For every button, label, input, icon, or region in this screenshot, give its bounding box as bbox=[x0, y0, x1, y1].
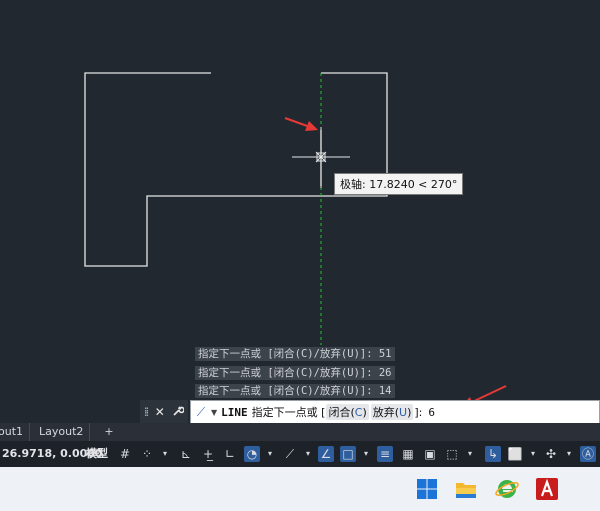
gizmo-icon[interactable]: ✣ bbox=[543, 446, 559, 462]
option-undo[interactable]: 放弃(U) bbox=[370, 404, 414, 420]
typed-value: 6 bbox=[428, 405, 436, 419]
browser-icon[interactable] bbox=[493, 475, 521, 503]
dynamic-input-icon[interactable]: +̲ bbox=[200, 446, 216, 462]
prompt-end: ]: bbox=[414, 405, 423, 419]
wrench-icon[interactable] bbox=[172, 405, 186, 420]
ortho-icon[interactable]: ∟ bbox=[222, 446, 238, 462]
chevron-down-icon[interactable]: ▾ bbox=[262, 446, 278, 462]
command-history-line: 指定下一点或 [闭合(C)/放弃(U)]: 51 bbox=[195, 347, 395, 361]
layout-tabs: out1 Layout2 + bbox=[0, 423, 600, 441]
grip-icon[interactable]: ⁞⁞ bbox=[144, 405, 149, 419]
lineweight-icon[interactable]: ≡ bbox=[377, 446, 393, 462]
chevron-down-icon[interactable]: ▾ bbox=[300, 446, 316, 462]
polar-tooltip: 极轴: 17.8240 < 270° bbox=[334, 173, 464, 195]
command-line-tools: ⁞⁞ ✕ bbox=[140, 400, 188, 424]
command-line: ⁞⁞ ✕ ⟋ ▼ LINE 指定下一点或 [ 闭合(C) 放弃(U) ]: 6 bbox=[140, 400, 600, 424]
command-history-line: 指定下一点或 [闭合(C)/放弃(U)]: 14 bbox=[195, 384, 395, 398]
windows-start-icon[interactable] bbox=[413, 475, 441, 503]
selection-filter-icon[interactable]: ⬜ bbox=[507, 446, 523, 462]
chevron-down-icon[interactable]: ▾ bbox=[525, 446, 541, 462]
isodraft-icon[interactable]: ⟋ bbox=[282, 446, 298, 462]
selection-cycling-icon[interactable]: ▣ bbox=[422, 446, 438, 462]
command-history-line: 指定下一点或 [闭合(C)/放弃(U)]: 26 bbox=[195, 366, 395, 380]
object-snap-icon[interactable]: □ bbox=[340, 446, 356, 462]
command-prompt: 指定下一点或 [ bbox=[251, 406, 326, 419]
3d-osnap-icon[interactable]: ⬚ bbox=[444, 446, 460, 462]
snap-icon[interactable]: ⁘ bbox=[139, 446, 155, 462]
command-input[interactable]: ⟋ ▼ LINE 指定下一点或 [ 闭合(C) 放弃(U) ]: 6 bbox=[190, 400, 600, 424]
model-space-button[interactable]: 模型 bbox=[86, 441, 108, 467]
chevron-down-icon[interactable]: ▾ bbox=[462, 446, 478, 462]
status-bar: 26.9718, 0.0000 模型 # ⁘ ▾ ⊾ +̲ ∟ ◔ ▾ ⟋ ▾ … bbox=[0, 441, 600, 467]
add-tab-button[interactable]: + bbox=[101, 423, 117, 441]
chevron-down-icon[interactable]: ▼ bbox=[211, 408, 217, 417]
chevron-down-icon[interactable]: ▾ bbox=[157, 446, 173, 462]
chevron-down-icon[interactable]: ▾ bbox=[561, 446, 577, 462]
infer-constraints-icon[interactable]: ⊾ bbox=[178, 446, 194, 462]
dynamic-ucs-icon[interactable]: ↳ bbox=[485, 446, 501, 462]
drawn-polyline[interactable] bbox=[84, 72, 388, 267]
grid-icon[interactable]: # bbox=[117, 446, 133, 462]
taskbar bbox=[0, 467, 600, 511]
autocad-icon[interactable] bbox=[533, 475, 561, 503]
annotation-arrow-icon bbox=[284, 117, 318, 131]
polar-tracking-icon[interactable]: ◔ bbox=[244, 446, 260, 462]
line-command-icon: ⟋ bbox=[196, 404, 206, 419]
drawing-canvas[interactable]: 极轴: 17.8240 < 270° 指定下一点或 [闭合(C)/放弃(U)]:… bbox=[0, 0, 600, 423]
command-name: LINE bbox=[221, 405, 248, 419]
tab-layout1[interactable]: out1 bbox=[0, 423, 31, 441]
object-snap-tracking-icon[interactable]: ∠ bbox=[318, 446, 334, 462]
file-explorer-icon[interactable] bbox=[452, 475, 480, 503]
annotation-visibility-icon[interactable]: Ⓐ bbox=[580, 446, 596, 462]
tab-layout2[interactable]: Layout2 bbox=[33, 423, 91, 441]
chevron-down-icon[interactable]: ▾ bbox=[358, 446, 374, 462]
transparency-icon[interactable]: ▦ bbox=[400, 446, 416, 462]
option-close[interactable]: 闭合(C) bbox=[326, 404, 369, 420]
close-icon[interactable]: ✕ bbox=[155, 405, 165, 419]
